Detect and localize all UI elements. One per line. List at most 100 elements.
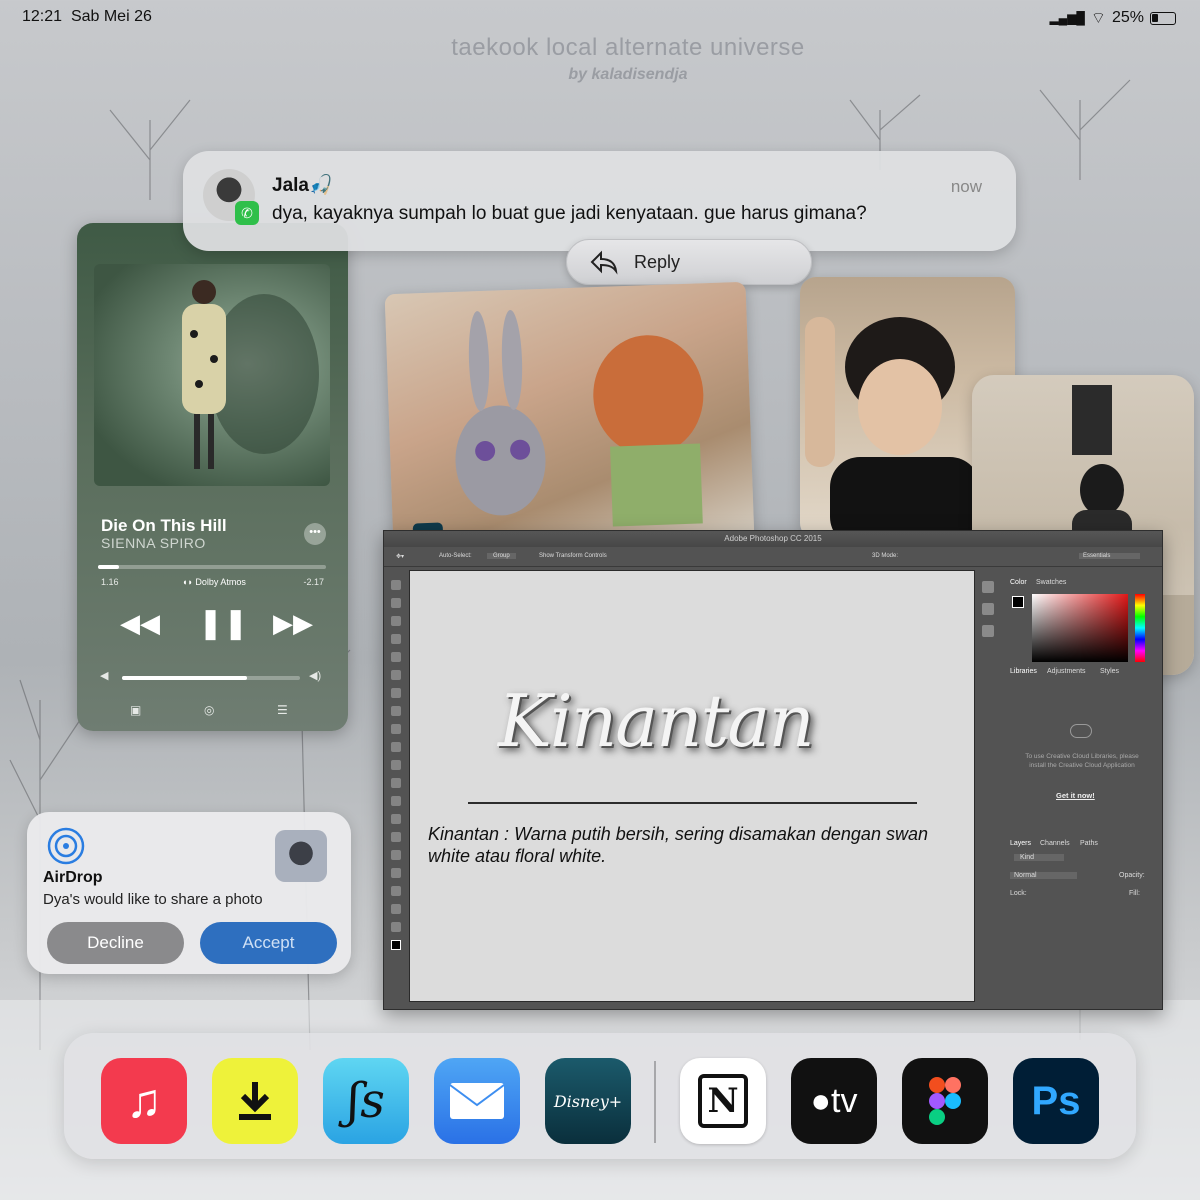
reply-arrow-icon	[590, 250, 618, 275]
group-select[interactable]: Group	[487, 553, 516, 559]
wifi-icon: ⌔	[1090, 10, 1106, 27]
stamp-tool-icon[interactable]	[391, 724, 401, 734]
color-picker-field[interactable]	[1032, 594, 1128, 662]
fg-bg-swatch[interactable]	[1012, 596, 1024, 608]
download-app-icon[interactable]	[212, 1058, 298, 1144]
elapsed-time: 1.16	[101, 577, 119, 587]
rewind-button[interactable]: ◀◀	[120, 608, 160, 639]
blur-tool-icon[interactable]	[391, 796, 401, 806]
figma-app-icon[interactable]	[902, 1058, 988, 1144]
lasso-tool-icon[interactable]	[391, 616, 401, 626]
apple-tv-app-icon[interactable]: ●tv	[791, 1058, 877, 1144]
album-art	[94, 264, 330, 486]
song-title: Die On This Hill	[101, 516, 227, 535]
shared-photo-thumbnail	[275, 830, 327, 882]
brush-tool-icon[interactable]	[391, 706, 401, 716]
healing-tool-icon[interactable]	[391, 688, 401, 698]
page-title: taekook local alternate universe	[451, 34, 805, 61]
page-byline: by kaladisendja	[568, 66, 688, 83]
more-options-button[interactable]: •••	[304, 523, 326, 545]
path-select-tool-icon[interactable]	[391, 868, 401, 878]
airdrop-alert[interactable]: AirDrop Dya's would like to share a phot…	[27, 812, 351, 974]
signal-icon: ▂▄▆█	[1049, 11, 1085, 25]
forward-button[interactable]: ▶▶	[273, 608, 313, 639]
notification-time: now	[950, 177, 982, 196]
tab-styles[interactable]: Styles	[1100, 668, 1119, 675]
hand-tool-icon[interactable]	[391, 904, 401, 914]
zootopia-photo	[384, 281, 755, 552]
panels-dock[interactable]: Color Swatches Libraries Adjustments Sty…	[1004, 576, 1162, 1004]
music-app-icon[interactable]: ♫	[101, 1058, 187, 1144]
document-canvas[interactable]: Kinantan Kinantan : Warna putih bersih, …	[409, 570, 975, 1002]
message-notification[interactable]: ✆ Jala🎣 now dya, kayaknya sumpah lo buat…	[183, 151, 1016, 251]
layer-kind-filter[interactable]: Kind	[1014, 854, 1065, 861]
gradient-tool-icon[interactable]	[391, 778, 401, 788]
workspace-select[interactable]: Essentials	[1079, 553, 1141, 559]
tab-channels[interactable]: Channels	[1040, 840, 1070, 847]
mode-3d-label: 3D Mode:	[872, 553, 899, 559]
tab-libraries[interactable]: Libraries	[1010, 668, 1037, 675]
photoshop-window[interactable]: Adobe Photoshop CC 2015 ✥▾ Auto-Select: …	[383, 530, 1163, 1010]
dodge-tool-icon[interactable]	[391, 814, 401, 824]
airdrop-icon	[47, 827, 85, 865]
decline-button[interactable]: Decline	[47, 922, 184, 964]
sender-name: Jala🎣	[272, 175, 333, 196]
notion-app-icon[interactable]: N	[680, 1058, 766, 1144]
font-app-icon[interactable]: ʃs	[323, 1058, 409, 1144]
type-tool-icon[interactable]	[391, 850, 401, 860]
eyedropper-tool-icon[interactable]	[391, 670, 401, 680]
zootopia-scene	[412, 310, 704, 546]
blend-mode-select[interactable]: Normal	[1010, 872, 1077, 879]
progress-bar[interactable]	[98, 565, 326, 569]
disney-plus-app-icon[interactable]: Disney+	[545, 1058, 631, 1144]
tool-presets-panel-icon[interactable]	[982, 625, 994, 637]
tab-layers[interactable]: Layers	[1010, 840, 1031, 847]
quick-select-tool-icon[interactable]	[391, 634, 401, 644]
pen-tool-icon[interactable]	[391, 832, 401, 842]
eraser-tool-icon[interactable]	[391, 760, 401, 770]
panel-icons	[982, 581, 998, 637]
zoom-tool-icon[interactable]	[391, 922, 401, 932]
mail-app-icon[interactable]	[434, 1058, 520, 1144]
tab-swatches[interactable]: Swatches	[1036, 579, 1066, 586]
marquee-tool-icon[interactable]	[391, 598, 401, 608]
libraries-message: To use Creative Cloud Libraries, please …	[1025, 753, 1139, 769]
remaining-time: -2.17	[303, 577, 324, 587]
apple-icon: ●	[810, 1081, 832, 1120]
foreground-color-swatch[interactable]	[391, 940, 401, 950]
accept-button[interactable]: Accept	[200, 922, 337, 964]
battery-label: 25%	[1111, 9, 1144, 26]
reply-button[interactable]: Reply	[566, 239, 812, 285]
move-tool-icon[interactable]	[391, 580, 401, 590]
hue-slider[interactable]	[1135, 594, 1145, 662]
airdrop-title: AirDrop	[43, 869, 103, 886]
transform-controls[interactable]: Show Transform Controls	[539, 553, 607, 559]
history-panel-icon[interactable]	[982, 581, 994, 593]
auto-select-label[interactable]: Auto-Select:	[439, 553, 472, 559]
volume-low-icon: ◀	[100, 670, 109, 682]
toolbox[interactable]	[387, 575, 405, 995]
music-player-widget[interactable]: Die On This Hill SIENNA SPIRO ••• 1.16 ◖…	[77, 223, 348, 731]
heading-underline	[468, 802, 917, 804]
tab-color[interactable]: Color	[1010, 579, 1027, 586]
history-brush-tool-icon[interactable]	[391, 742, 401, 752]
volume-slider[interactable]	[122, 676, 300, 680]
pause-button[interactable]: ❚❚	[198, 606, 248, 641]
lyrics-icon[interactable]: ▣	[130, 703, 141, 717]
get-it-now-link[interactable]: Get it now!	[1056, 791, 1095, 800]
artist-name: SIENNA SPIRO	[101, 535, 206, 551]
crop-tool-icon[interactable]	[391, 652, 401, 662]
tab-adjustments[interactable]: Adjustments	[1047, 668, 1086, 675]
shape-tool-icon[interactable]	[391, 886, 401, 896]
photoshop-titlebar: Adobe Photoshop CC 2015	[384, 531, 1162, 547]
canvas-description: Kinantan : Warna putih bersih, sering di…	[428, 824, 928, 866]
airplay-icon[interactable]: ◎	[204, 703, 214, 717]
properties-panel-icon[interactable]	[982, 603, 994, 615]
airdrop-subtitle: Dya's would like to share a photo	[43, 891, 263, 908]
dolby-badge: ◖◗ Dolby Atmos	[182, 577, 246, 587]
photoshop-app-icon[interactable]: Ps	[1013, 1058, 1099, 1144]
tab-paths[interactable]: Paths	[1080, 840, 1098, 847]
move-tool-icon[interactable]: ✥▾	[396, 553, 404, 560]
status-right: ▂▄▆█ ⌔ 25%	[1049, 8, 1176, 28]
queue-icon[interactable]: ☰	[277, 703, 288, 717]
